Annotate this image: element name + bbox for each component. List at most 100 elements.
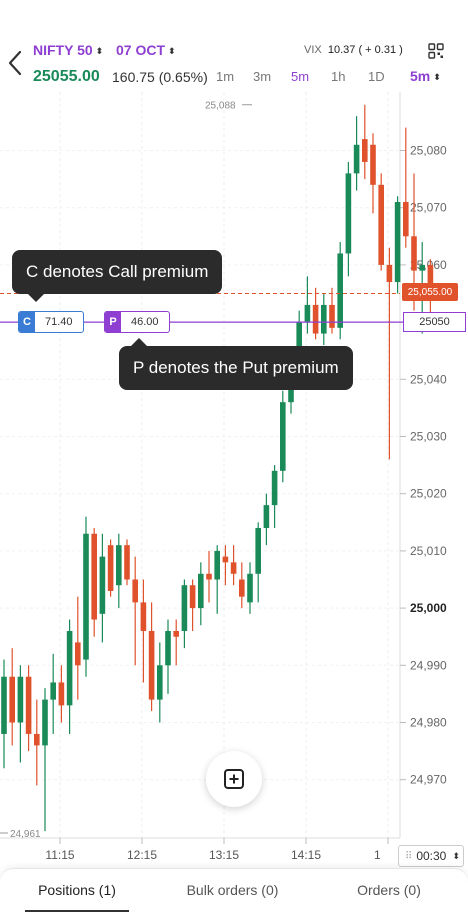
candle-body (132, 579, 138, 603)
price-axis-label: 24,980 (410, 716, 447, 730)
crosshair-fab[interactable] (206, 751, 262, 807)
timeframe-5m[interactable]: 5m (291, 69, 309, 84)
selected-timeframe: 5m (410, 68, 431, 84)
candle-body (140, 602, 147, 631)
candle-body (173, 630, 179, 637)
candle-body (189, 585, 196, 609)
back-arrow-icon[interactable] (6, 48, 26, 78)
symbol-selector[interactable]: NIFTY 50 ⬍ (33, 42, 103, 58)
timeframe-1h[interactable]: 1h (331, 69, 345, 84)
candle-body (386, 264, 393, 283)
candle-body (230, 562, 237, 574)
candle-body (329, 304, 335, 328)
put-letter: P (105, 312, 121, 332)
candle-body (321, 304, 327, 334)
call-premium-value: 71.40 (45, 316, 73, 328)
price-axis-label: 24,990 (410, 658, 447, 672)
sort-updown-icon: ⬍ (168, 46, 176, 56)
price-axis-label: 25,040 (410, 372, 447, 386)
drag-grip-icon: ⠿ (405, 850, 412, 862)
candle-body (181, 585, 188, 631)
time-axis-label: 14:15 (291, 848, 321, 862)
tab-orders[interactable]: Orders (0) (335, 869, 443, 911)
candle-timer-selector[interactable]: ⠿ 00:30 ⬍ (398, 845, 464, 867)
vix-change: ( + 0.31 ) (358, 44, 403, 56)
candle-body (214, 550, 220, 580)
candle-body (206, 573, 212, 580)
chart-header: NIFTY 50 ⬍ 07 OCT ⬍ VIX 10.37 ( + 0.31 ) 2… (0, 0, 468, 92)
call-premium-chip[interactable]: C 71.40 (18, 311, 84, 333)
candle-body (42, 699, 48, 746)
tab-bulk-orders[interactable]: Bulk orders (0) (170, 869, 295, 911)
price-axis-label: 25,020 (410, 487, 447, 501)
timeframe-1m[interactable]: 1m (216, 69, 234, 84)
timeframe-dropdown[interactable]: 5m ⬍ (410, 68, 441, 84)
symbol-name: NIFTY 50 (33, 42, 93, 58)
candle-body (17, 676, 24, 723)
bottom-tab-bar: Positions (1) Bulk orders (0) Orders (0) (0, 868, 468, 912)
candle-body (280, 402, 286, 471)
vix-value: 10.37 (327, 44, 356, 56)
candle-body (1, 676, 7, 734)
candle-body (312, 304, 319, 334)
put-premium-chip[interactable]: P 46.00 (104, 311, 170, 333)
call-premium-tooltip: C denotes Call premium (12, 250, 223, 302)
tab-positions[interactable]: Positions (1) (25, 869, 129, 911)
candle-body (165, 630, 171, 666)
candle-body (50, 682, 56, 700)
call-letter: C (19, 312, 35, 332)
candle-body (83, 533, 89, 660)
timeframe-1d[interactable]: 1D (368, 69, 385, 84)
candle-body (271, 470, 278, 506)
candle-body (255, 528, 261, 574)
time-axis-label: 11:15 (45, 848, 74, 862)
sort-updown-icon: ⬍ (433, 72, 441, 82)
ltp-price-tag: 25,055.00 (402, 283, 458, 301)
candle-body (25, 676, 32, 734)
ltp-price: 25055.00 (33, 68, 100, 85)
candle-body (345, 173, 352, 254)
timeframe-3m[interactable]: 3m (253, 69, 271, 84)
put-premium-tooltip: P denotes the Put premium (119, 338, 353, 390)
price-axis-label: 25,000 (410, 601, 447, 615)
candle-body (124, 545, 130, 580)
candle-timer-value: 00:30 (416, 849, 447, 863)
candle-body (116, 545, 122, 586)
day-low-label: 24,961 (10, 829, 41, 840)
candle-body (75, 642, 81, 666)
price-axis-label: 25,080 (410, 144, 447, 158)
price-axis-label: 25,070 (410, 201, 447, 215)
candle-body (263, 505, 270, 529)
candle-body (370, 144, 376, 185)
candle-body (362, 139, 368, 162)
time-axis-label: 12:15 (127, 848, 157, 862)
time-axis-label: 1 (374, 848, 381, 862)
candle-body (66, 630, 73, 706)
price-axis-label: 25,010 (410, 544, 447, 558)
candle-body (58, 682, 65, 706)
expiry-selector[interactable]: 07 OCT ⬍ (116, 42, 176, 58)
vix-label: VIX (304, 44, 322, 56)
vix-indicator: VIX 10.37 ( + 0.31 ) (304, 44, 403, 56)
day-high-label: 25,088 (205, 101, 236, 112)
sort-updown-icon: ⬍ (95, 46, 104, 56)
price-chart[interactable]: 25,08025,07025,06025,04025,03025,02025,0… (0, 0, 468, 868)
candle-body (91, 533, 97, 620)
time-axis-label: 13:15 (209, 848, 239, 862)
price-change: 160.75 (0.65%) (112, 69, 208, 85)
candle-body (222, 556, 229, 563)
candle-body (107, 545, 114, 591)
sort-updown-icon: ⬍ (452, 850, 460, 861)
candle-body (337, 253, 343, 328)
scanner-grid-icon[interactable] (428, 43, 444, 59)
candle-body (9, 676, 15, 723)
put-premium-value: 46.00 (131, 316, 159, 328)
candle-body (353, 144, 360, 174)
price-axis-label: 24,970 (410, 773, 447, 787)
candle-body (148, 630, 155, 700)
candle-body (34, 733, 40, 746)
candle-body (378, 184, 384, 265)
crosshair-plus-icon (224, 769, 244, 789)
candle-body (198, 573, 204, 609)
candle-body (411, 236, 417, 271)
